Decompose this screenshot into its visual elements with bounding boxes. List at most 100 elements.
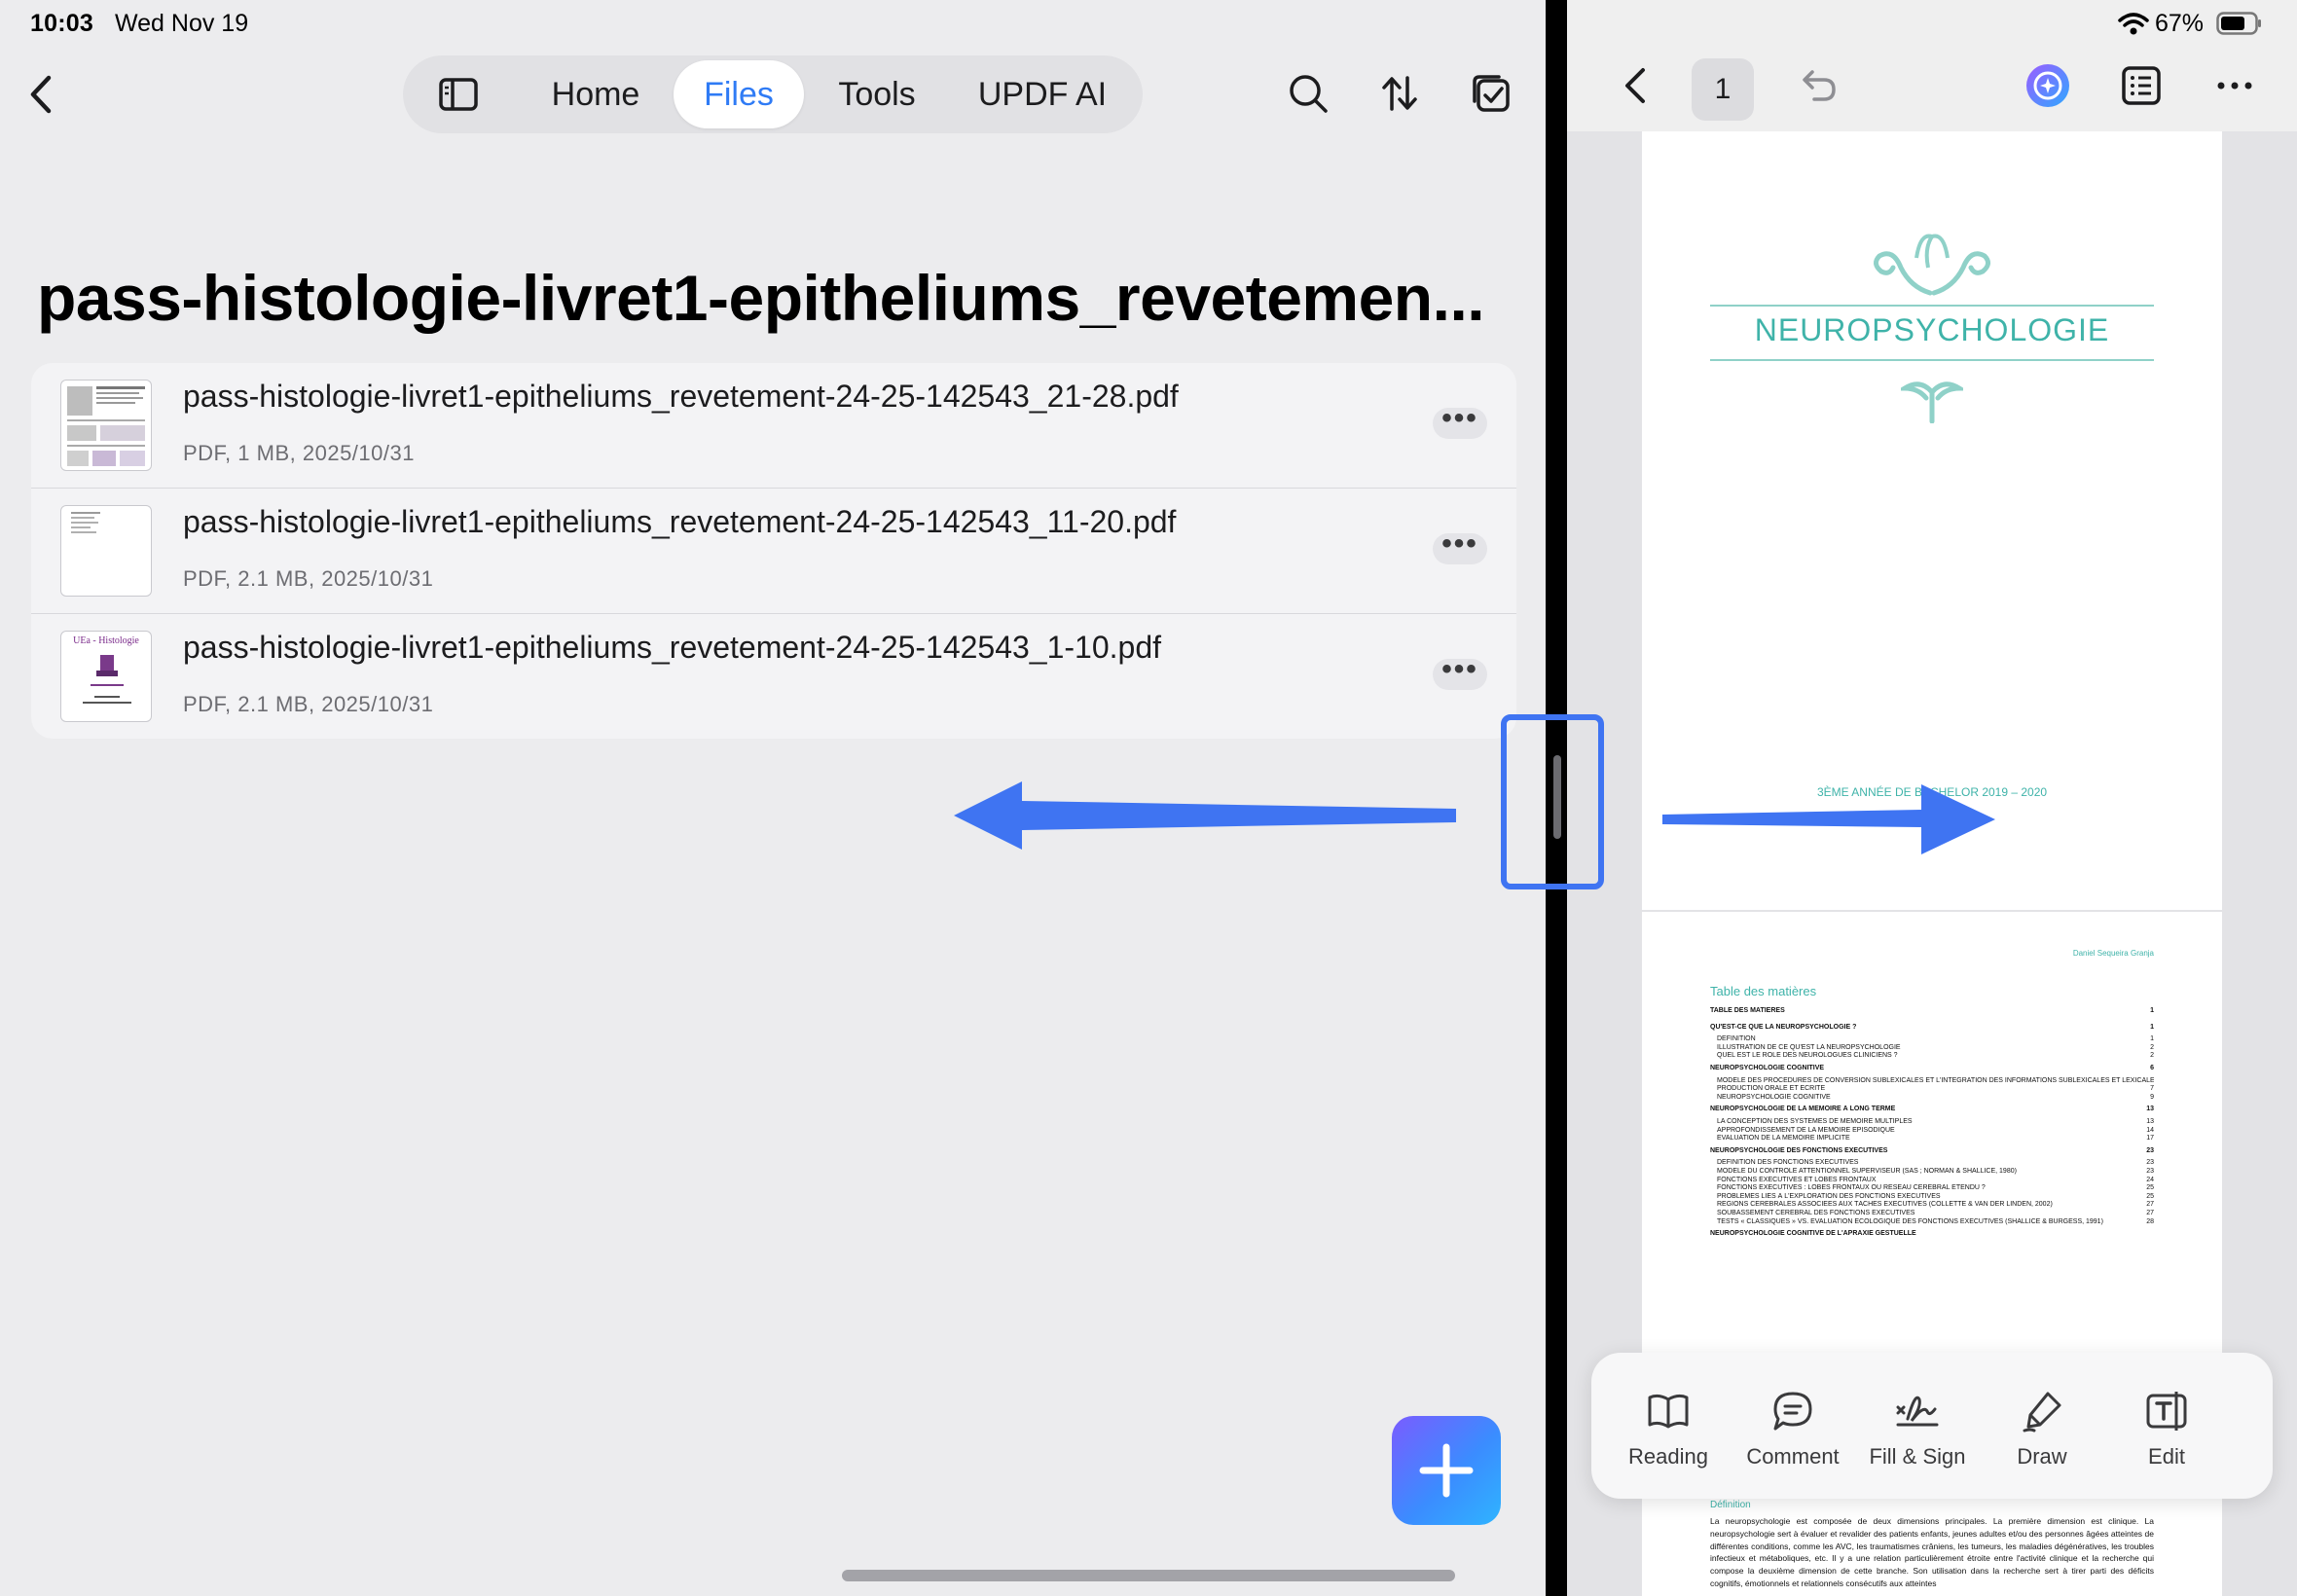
title-rule-bottom [1710,359,2154,361]
toc-entry[interactable]: FONCTIONS EXÉCUTIVES : LOBES FRONTAUX OU… [1710,1184,2154,1192]
toc-entry[interactable]: MODÈLE DES PROCÉDURES DE CONVERSION SUBL… [1710,1077,2154,1085]
toc-entry[interactable]: NEUROPSYCHOLOGIE DES FONCTIONS EXÉCUTIVE… [1710,1146,2154,1155]
select-button[interactable] [1470,72,1513,115]
viewer-back-button[interactable] [1614,62,1660,109]
sort-button[interactable] [1378,72,1421,115]
file-row[interactable]: UEa - Histologie pass-histologie-livret1… [31,614,1516,739]
toc-entry-page: 9 [2148,1093,2154,1101]
handle-highlight-annotation [1501,714,1604,889]
file-name: pass-histologie-livret1-epitheliums_reve… [183,630,1162,665]
right-arrow-annotation [1662,784,1995,854]
ai-assistant-button[interactable] [2024,62,2071,109]
toc-entry[interactable]: ILLUSTRATION DE CE QU'EST LA NEUROPSYCHO… [1710,1043,2154,1052]
tab-updf-ai[interactable]: UPDF AI [966,60,1119,128]
undo-button[interactable] [1795,62,1841,109]
tab-home[interactable]: Home [533,60,658,128]
toc-entry-text: DÉFINITION DES FONCTIONS EXÉCUTIVES [1717,1159,1859,1167]
comment-tool[interactable]: Comment [1730,1353,1856,1499]
add-button[interactable] [1392,1416,1501,1525]
more-options-button[interactable]: ••• [1433,404,1487,439]
file-meta: PDF, 2.1 MB, 2025/10/31 [183,692,434,716]
file-row[interactable]: pass-histologie-livret1-epitheliums_reve… [31,489,1516,614]
plus-icon [1419,1443,1474,1498]
toc-entry[interactable]: NEUROPSYCHOLOGIE COGNITIVE DE L'APRAXIE … [1710,1230,2154,1238]
doc-title: NEUROPSYCHOLOGIE [1754,312,2110,347]
toc-entry-text: ÉVALUATION DE LA MÉMOIRE IMPLICITE [1717,1135,1850,1143]
toc-entry[interactable]: APPROFONDISSEMENT DE LA MÉMOIRE ÉPISODIQ… [1710,1126,2154,1135]
toc-entry-page: 25 [2144,1192,2154,1200]
fill-sign-tool[interactable]: Fill & Sign [1854,1353,1981,1499]
reading-label: Reading [1628,1444,1708,1469]
comment-label: Comment [1746,1444,1840,1469]
toc-entry[interactable]: QU'EST-CE QUE LA NEUROPSYCHOLOGIE ? 1 [1710,1023,2154,1032]
chevron-left-icon [1625,68,1645,103]
more-menu-button[interactable] [2211,62,2258,109]
toc-entry[interactable]: NEUROPSYCHOLOGIE COGNITIVE 9 [1710,1093,2154,1102]
toc-entry-text: FONCTIONS EXÉCUTIVES : LOBES FRONTAUX OU… [1717,1184,1986,1192]
toc-entry-page: 23 [2144,1146,2154,1154]
toc-entry[interactable]: NEUROPSYCHOLOGIE COGNITIVE 6 [1710,1065,2154,1072]
toc-entry[interactable]: TESTS « CLASSIQUES » VS. ÉVALUATION ÉCOL… [1710,1217,2154,1226]
list-icon [2122,66,2161,105]
title-rule-top [1710,305,2154,307]
toc-entry[interactable]: PRODUCTION ORALE ET ÉCRITE 7 [1710,1085,2154,1093]
toc-entry[interactable]: LA CONCEPTION DES SYSTÈMES DE MÉMOIRE MU… [1710,1118,2154,1126]
viewer-pane: 67% 1 NEUROPSYCHOLOGIE 3ÈME ANNÉE DE BAC… [1567,0,2297,1596]
toc-entry-page: 23 [2144,1159,2154,1167]
toc-entry-page: 6 [2148,1065,2154,1071]
checkbox-stack-icon [1473,75,1510,112]
ai-assistant-icon [2026,64,2069,107]
toc-entry-text: QUEL EST LE RÔLE DES NEUROLOGUES CLINICI… [1717,1052,1898,1060]
reading-tool[interactable]: Reading [1605,1353,1732,1499]
toc-entry[interactable]: FONCTIONS EXÉCUTIVES ET LOBES FRONTAUX 24 [1710,1176,2154,1184]
toc-entry[interactable]: QUEL EST LE RÔLE DES NEUROLOGUES CLINICI… [1710,1052,2154,1060]
chevron-left-icon [30,75,52,114]
toc-entry-page: 27 [2144,1201,2154,1209]
more-options-button[interactable]: ••• [1433,655,1487,690]
toc-entry[interactable]: RÉGIONS CÉRÉBRALES ASSOCIÉES AUX TÂCHES … [1710,1201,2154,1209]
outline-button[interactable] [2118,62,2165,109]
toc-entry-page: 27 [2144,1210,2154,1216]
section-heading: Définition [1710,1500,1751,1510]
body-paragraph: La neuropsychologie est composée de deux… [1710,1516,2154,1588]
edit-label: Edit [2148,1444,2185,1469]
file-row[interactable]: pass-histologie-livret1-epitheliums_reve… [31,363,1516,489]
file-thumbnail: UEa - Histologie [60,631,152,722]
sidebar-toggle-button[interactable] [438,76,479,113]
back-button[interactable] [21,70,60,119]
toc-entry-text: TABLE DES MATIÈRES [1710,1007,1785,1014]
search-button[interactable] [1287,72,1330,115]
more-options-button[interactable]: ••• [1433,529,1487,564]
toc-entry[interactable]: ÉVALUATION DE LA MÉMOIRE IMPLICITE 17 [1710,1135,2154,1143]
fill-sign-label: Fill & Sign [1869,1444,1966,1469]
toc-entry-text: SOUBASSEMENT CÉRÉBRAL DES FONCTIONS EXÉC… [1717,1210,1915,1216]
toc-entry-page: 24 [2144,1176,2154,1183]
toc-entry-text: APPROFONDISSEMENT DE LA MÉMOIRE ÉPISODIQ… [1717,1126,1895,1134]
toc-entry[interactable]: DÉFINITION 1 [1710,1035,2154,1043]
toc-entry[interactable]: NEUROPSYCHOLOGIE DE LA MÉMOIRE À LONG TE… [1710,1106,2154,1113]
toc-entry[interactable]: SOUBASSEMENT CÉRÉBRAL DES FONCTIONS EXÉC… [1710,1210,2154,1217]
tab-tools[interactable]: Tools [823,60,930,128]
toc-entry-page: 25 [2144,1184,2154,1192]
toc-entry[interactable]: DÉFINITION DES FONCTIONS EXÉCUTIVES 23 [1710,1159,2154,1167]
tab-files[interactable]: Files [674,60,804,128]
toc-entry-page: 1 [2148,1023,2154,1031]
toc-entry[interactable]: PROBLÈMES LIÉS À L'EXPLORATION DES FONCT… [1710,1192,2154,1201]
toc-entry[interactable]: TABLE DES MATIÈRES 1 [1710,1007,2154,1015]
toc-entry-text: MODÈLE DES PROCÉDURES DE CONVERSION SUBL… [1717,1076,2154,1084]
edit-tool[interactable]: Edit [2103,1353,2230,1499]
toc-entry-page: 1 [2148,1035,2154,1043]
toc-entry[interactable]: MODÈLE DU CONTRÔLE ATTENTIONNEL SUPERVIS… [1710,1168,2154,1176]
draw-tool[interactable]: Draw [1979,1353,2105,1499]
page-number-button[interactable]: 1 [1692,58,1754,121]
toc-entry-page: 2 [2148,1052,2154,1060]
toc-entry-text: PROBLÈMES LIÉS À L'EXPLORATION DES FONCT… [1717,1192,1941,1200]
toc-entry-text: NEUROPSYCHOLOGIE DES FONCTIONS EXÉCUTIVE… [1710,1146,1888,1154]
toc-heading: Table des matières [1710,984,1817,998]
file-list: pass-histologie-livret1-epitheliums_reve… [31,363,1516,739]
battery-percent: 67% [2155,10,2205,37]
status-date: Wed Nov 19 [115,10,249,37]
signature-icon [1896,1396,1939,1427]
left-arrow-annotation [954,781,1456,850]
ornament-bottom-icon [1901,381,1963,423]
